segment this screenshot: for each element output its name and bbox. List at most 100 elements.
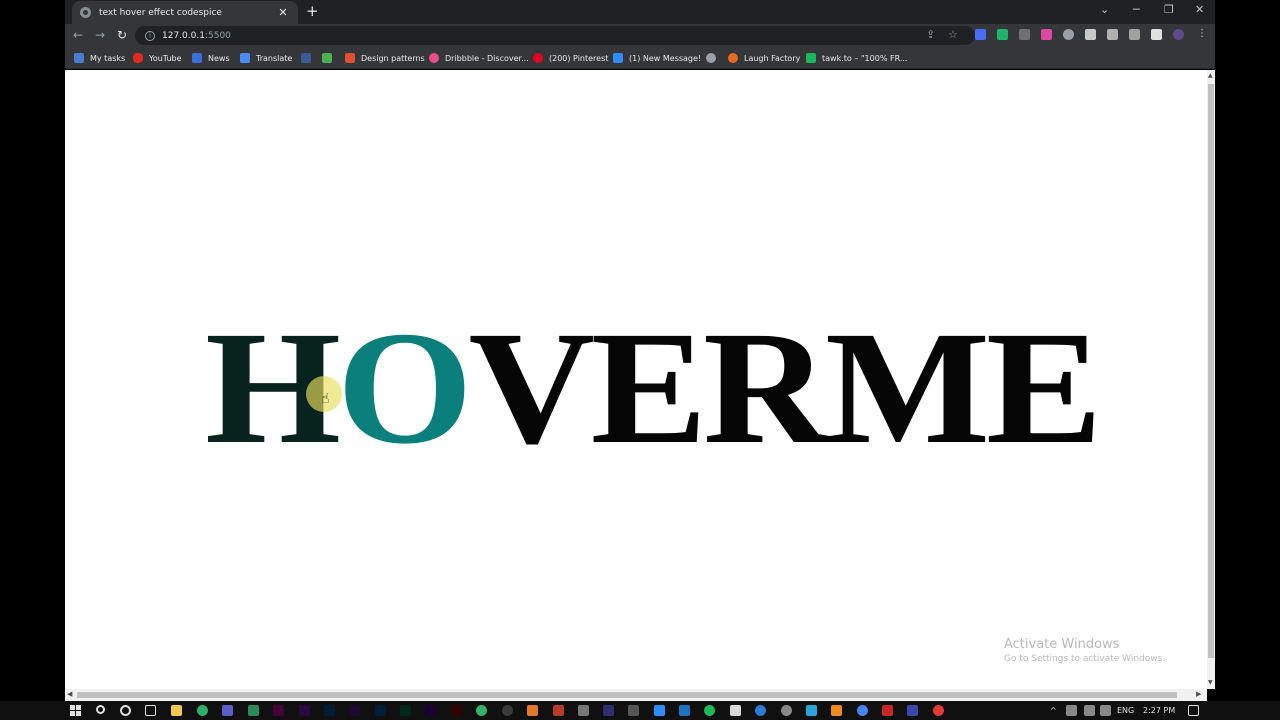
bookmarks-bar: My tasks YouTube News Translate Design p… bbox=[65, 47, 1215, 69]
app-orange-icon[interactable] bbox=[527, 705, 538, 716]
audition-icon[interactable] bbox=[400, 705, 411, 716]
windows-start-icon[interactable] bbox=[70, 705, 81, 716]
app-green-icon[interactable] bbox=[197, 705, 208, 716]
extension-d-icon[interactable] bbox=[975, 29, 986, 40]
bookmark-item[interactable] bbox=[322, 52, 338, 64]
character-animator-icon[interactable] bbox=[349, 705, 360, 716]
zoom-icon[interactable] bbox=[654, 705, 665, 716]
bookmark-star-icon[interactable]: ☆ bbox=[948, 28, 958, 41]
file-explorer-icon[interactable] bbox=[171, 705, 182, 716]
bookmark-item[interactable]: Design patterns bbox=[345, 52, 425, 64]
bookmark-item[interactable]: tawk.to – "100% FR... bbox=[806, 52, 907, 64]
app-icon[interactable] bbox=[248, 705, 259, 716]
new-tab-button[interactable]: + bbox=[306, 3, 319, 19]
back-icon[interactable]: ← bbox=[73, 28, 83, 42]
minimize-icon[interactable]: ─ bbox=[1133, 3, 1140, 16]
lightroom-icon[interactable] bbox=[324, 705, 335, 716]
bookmark-label: (200) Pinterest bbox=[549, 53, 609, 63]
task-view-icon[interactable] bbox=[145, 705, 156, 716]
chrome-icon[interactable] bbox=[857, 705, 868, 716]
network-tray-icon[interactable] bbox=[1066, 705, 1077, 716]
horizontal-scrollbar[interactable]: ◀ ▶ bbox=[65, 689, 1207, 701]
bookmark-item[interactable]: (1) New Message! bbox=[613, 52, 701, 64]
extension-pin-icon[interactable] bbox=[997, 29, 1008, 40]
language-indicator[interactable]: ENG bbox=[1117, 706, 1134, 715]
window-close-icon[interactable]: ✕ bbox=[1195, 3, 1204, 16]
mail-icon[interactable] bbox=[222, 705, 233, 716]
bookmark-item[interactable]: Laugh Factory bbox=[728, 52, 800, 64]
menu-kebab-icon[interactable]: ⋮ bbox=[1197, 28, 1208, 39]
app-red-icon[interactable] bbox=[553, 705, 564, 716]
tray-chevron-icon[interactable]: ^ bbox=[1050, 706, 1057, 715]
bookmark-label: Dribbble - Discover... bbox=[445, 53, 529, 63]
bookmark-item[interactable]: My tasks bbox=[74, 52, 125, 64]
premiere-icon[interactable] bbox=[299, 705, 310, 716]
app-blue-icon[interactable] bbox=[603, 705, 614, 716]
search-icon[interactable] bbox=[96, 705, 105, 714]
wifi-icon[interactable] bbox=[1084, 705, 1095, 716]
app-circle-icon[interactable] bbox=[476, 705, 487, 716]
tab-search-icon[interactable]: ⌄ bbox=[1100, 3, 1109, 16]
record-icon[interactable] bbox=[933, 705, 944, 716]
telegram-icon[interactable] bbox=[806, 705, 817, 716]
vertical-scrollbar[interactable]: ▲ ▼ bbox=[1207, 70, 1215, 689]
extension-gray-icon[interactable] bbox=[1019, 29, 1030, 40]
letter-v[interactable]: V bbox=[469, 308, 595, 470]
share-icon[interactable]: ⇪ bbox=[926, 28, 935, 41]
extension-color-icon[interactable] bbox=[1041, 29, 1052, 40]
reading-list-icon[interactable] bbox=[1129, 29, 1140, 40]
vscode-icon[interactable] bbox=[679, 705, 690, 716]
bookmark-icon bbox=[74, 53, 84, 63]
reload-icon[interactable]: ↻ bbox=[117, 28, 127, 42]
cortana-icon[interactable] bbox=[120, 705, 131, 716]
extension-gear-icon[interactable] bbox=[1063, 29, 1074, 40]
bookmark-item[interactable] bbox=[301, 52, 317, 64]
adobe-xd-icon[interactable] bbox=[273, 705, 284, 716]
lab-flask-icon[interactable] bbox=[1107, 29, 1118, 40]
app-round-icon[interactable] bbox=[781, 705, 792, 716]
letter-e[interactable]: E bbox=[591, 308, 708, 470]
bookmark-item[interactable]: News bbox=[192, 52, 230, 64]
app-h-icon[interactable] bbox=[907, 705, 918, 716]
address-bar[interactable]: i 127.0.0.1 :5500 bbox=[135, 26, 975, 45]
close-tab-icon[interactable]: ✕ bbox=[276, 6, 290, 19]
edge-icon[interactable] bbox=[755, 705, 766, 716]
scroll-right-icon[interactable]: ▶ bbox=[1196, 690, 1201, 698]
bookmark-item[interactable] bbox=[706, 52, 722, 64]
volume-icon[interactable] bbox=[1100, 705, 1111, 716]
restore-icon[interactable]: ❐ bbox=[1164, 3, 1174, 16]
notifications-icon[interactable] bbox=[1188, 705, 1199, 716]
tab-title: text hover effect codespice bbox=[99, 7, 222, 18]
bookmark-item[interactable]: Dribbble - Discover... bbox=[429, 52, 529, 64]
bookmark-item[interactable]: (200) Pinterest bbox=[533, 52, 608, 64]
app-light-icon[interactable] bbox=[730, 705, 741, 716]
browser-tab[interactable]: text hover effect codespice ✕ bbox=[72, 1, 298, 24]
app-dark-icon[interactable] bbox=[502, 705, 513, 716]
scroll-up-icon[interactable]: ▲ bbox=[1208, 72, 1213, 79]
spotify-icon[interactable] bbox=[704, 705, 715, 716]
scroll-down-icon[interactable]: ▼ bbox=[1208, 679, 1213, 686]
extensions-puzzle-icon[interactable] bbox=[1085, 29, 1096, 40]
letter-m[interactable]: M bbox=[825, 308, 990, 470]
vertical-scroll-thumb[interactable] bbox=[1208, 84, 1214, 658]
bookmark-item[interactable]: Translate bbox=[240, 52, 292, 64]
illustrator-icon[interactable] bbox=[451, 705, 462, 716]
letter-o-hovered[interactable]: O bbox=[337, 308, 473, 470]
app-gray-icon[interactable] bbox=[578, 705, 589, 716]
letter-e-last[interactable]: E bbox=[986, 308, 1103, 470]
scroll-left-icon[interactable]: ◀ bbox=[67, 690, 72, 698]
side-panel-icon[interactable] bbox=[1151, 29, 1162, 40]
after-effects-icon[interactable] bbox=[425, 705, 436, 716]
clock[interactable]: 2:27 PM bbox=[1143, 706, 1175, 715]
horizontal-scroll-thumb[interactable] bbox=[77, 692, 1177, 698]
site-info-icon[interactable]: i bbox=[145, 30, 155, 41]
letter-r[interactable]: R bbox=[703, 308, 829, 470]
bookmark-item[interactable]: YouTube bbox=[133, 52, 182, 64]
vlc-icon[interactable] bbox=[831, 705, 842, 716]
profile-avatar[interactable] bbox=[1173, 29, 1184, 40]
forward-icon[interactable]: → bbox=[95, 28, 105, 42]
app-w-icon[interactable] bbox=[882, 705, 893, 716]
photoshop-icon[interactable] bbox=[375, 705, 386, 716]
app-window-icon[interactable] bbox=[628, 705, 639, 716]
globe-icon bbox=[706, 53, 716, 63]
